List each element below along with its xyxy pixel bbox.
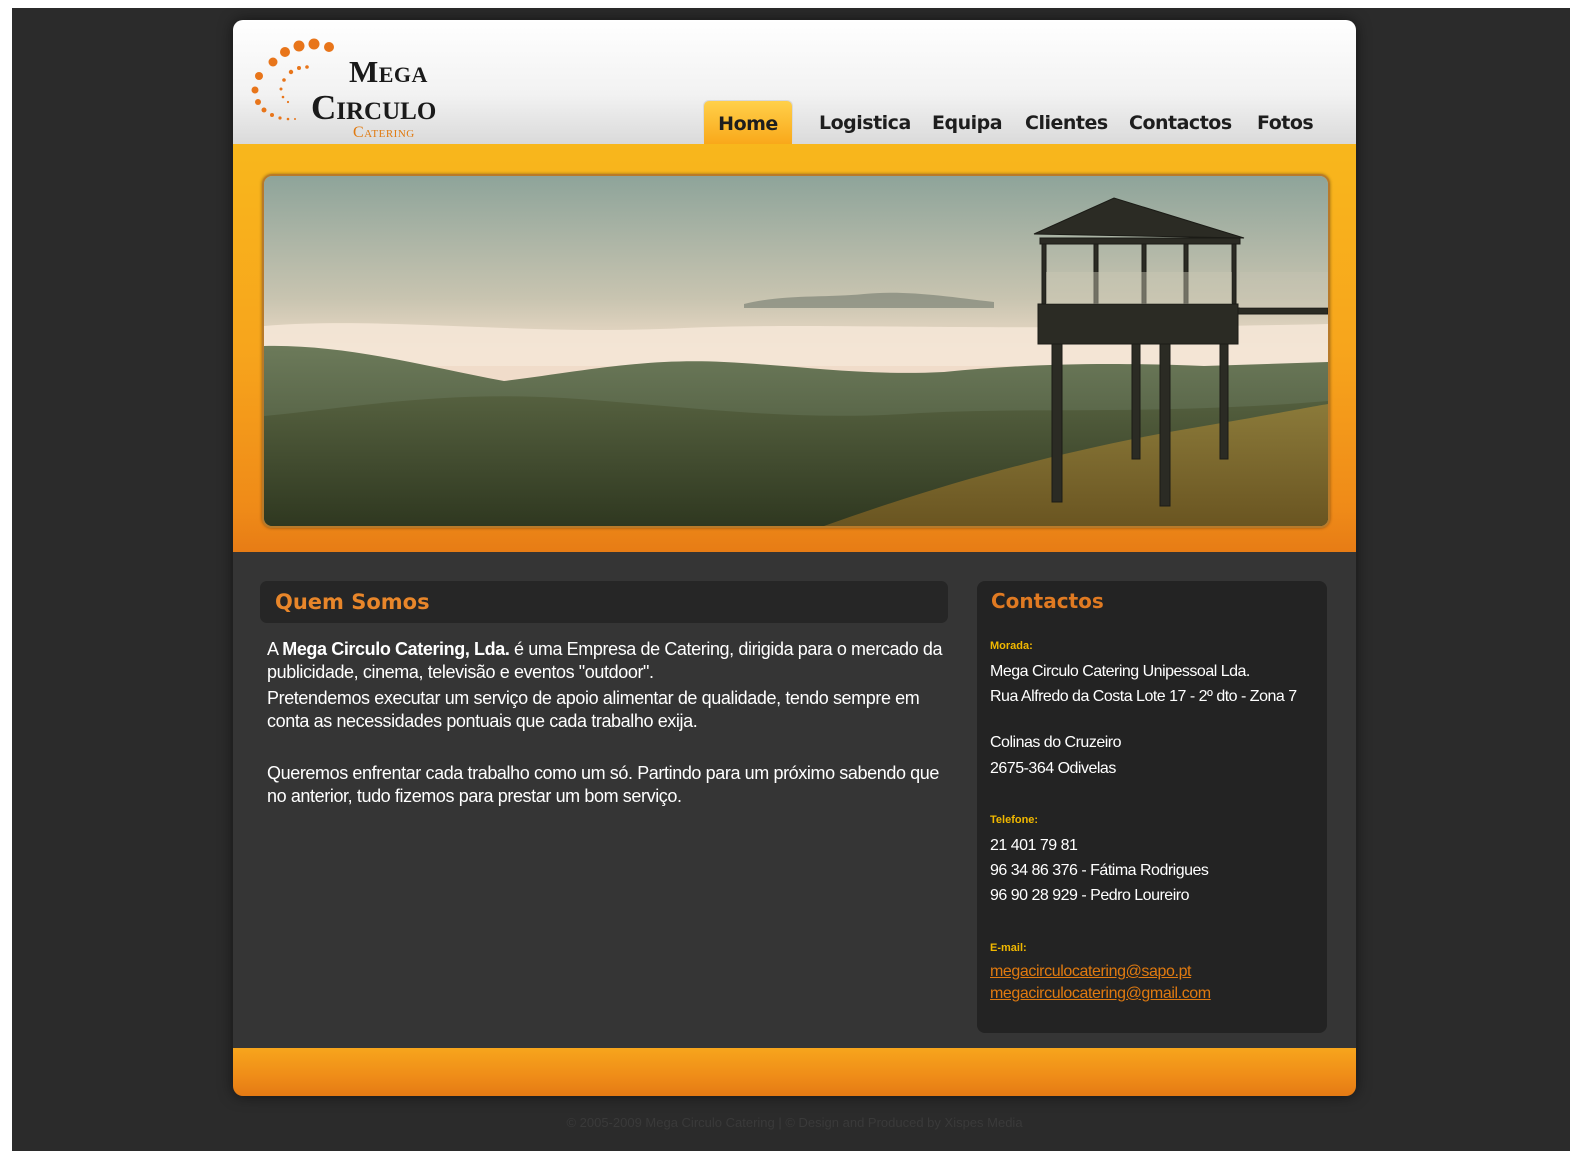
email-link-sapo[interactable]: megacirculocatering@sapo.pt: [990, 963, 1192, 981]
logo-dot: [268, 57, 278, 67]
nav-item-home[interactable]: Home: [703, 100, 793, 144]
about-p1-prefix: A: [267, 639, 283, 659]
footer-bar: [233, 1048, 1356, 1096]
logo-dot: [255, 72, 263, 80]
content-area: Quem Somos A Mega Circulo Catering, Lda.…: [233, 552, 1356, 1048]
address-line-3: Colinas do Cruzeiro: [990, 734, 1122, 751]
nav-item-contactos[interactable]: Contactos: [1129, 100, 1232, 144]
phone-3: 96 90 28 929 - Pedro Loureiro: [990, 887, 1189, 904]
about-title-bar: Quem Somos: [260, 581, 948, 623]
company-name: Mega Circulo Catering, Lda.: [282, 639, 510, 659]
logo-dot: [282, 78, 286, 82]
nav-item-clientes[interactable]: Clientes: [1025, 100, 1108, 144]
logo-dot: [255, 99, 261, 105]
logo-dot: [308, 38, 320, 50]
about-paragraph-2: Pretendemos executar um serviço de apoio…: [267, 688, 920, 731]
address-line-2: Rua Alfredo da Costa Lote 17 - 2º dto - …: [990, 688, 1297, 705]
contacts-title: Contactos: [991, 589, 1104, 613]
landscape-photo-icon: [264, 176, 1328, 526]
logo-dot: [294, 118, 296, 120]
logo-dot: [270, 113, 274, 117]
contacts-box: Contactos Morada: Mega Circulo Catering …: [977, 581, 1327, 1033]
logo-text-circulo: Circulo: [311, 88, 437, 127]
logo-dot: [251, 86, 259, 94]
address-label: Morada:: [990, 640, 1033, 652]
about-title: Quem Somos: [275, 590, 430, 614]
phone-1: 21 401 79 81: [990, 837, 1078, 854]
logo-dot: [278, 116, 282, 120]
nav-item-fotos[interactable]: Fotos: [1257, 100, 1314, 144]
logo-dot: [286, 100, 290, 104]
phone-label: Telefone:: [990, 814, 1039, 826]
hero-image: [262, 174, 1330, 528]
address-line-4: 2675-364 Odivelas: [990, 760, 1116, 777]
logo-text-mega: Mega: [349, 54, 428, 89]
logo-dot: [281, 95, 285, 99]
logo-dot: [286, 117, 290, 121]
nav-item-equipa[interactable]: Equipa: [932, 100, 1003, 144]
banner: [233, 144, 1356, 552]
about-paragraph-3: Queremos enfrentar cada trabalho como um…: [267, 763, 939, 806]
copyright-text: © 2005-2009 Mega Circulo Catering | © De…: [566, 1115, 1023, 1130]
logo-text-catering: Catering: [353, 124, 415, 141]
about-text: A Mega Circulo Catering, Lda. é uma Empr…: [267, 638, 945, 808]
logo-dot: [280, 47, 290, 57]
logo-dot: [297, 66, 301, 70]
logo-dot: [261, 107, 267, 113]
site-container: Mega Circulo Catering Home Logistica Equ…: [233, 20, 1356, 1096]
about-paragraph-1: A Mega Circulo Catering, Lda. é uma Empr…: [267, 638, 945, 684]
email-label: E-mail:: [990, 942, 1027, 954]
phone-2: 96 34 86 376 - Fátima Rodrigues: [990, 862, 1209, 879]
logo-dot: [279, 87, 283, 91]
site-header: Mega Circulo Catering Home Logistica Equ…: [233, 20, 1356, 144]
nav-item-logistica[interactable]: Logistica: [819, 100, 911, 144]
logo-dot: [305, 65, 309, 69]
logo-dot: [293, 40, 305, 52]
logo-dot: [288, 69, 294, 75]
logo[interactable]: Mega Circulo Catering: [247, 32, 457, 141]
email-link-gmail[interactable]: megacirculocatering@gmail.com: [990, 985, 1211, 1003]
logo-dot: [324, 42, 334, 52]
address-line-1: Mega Circulo Catering Unipessoal Lda.: [990, 663, 1250, 680]
